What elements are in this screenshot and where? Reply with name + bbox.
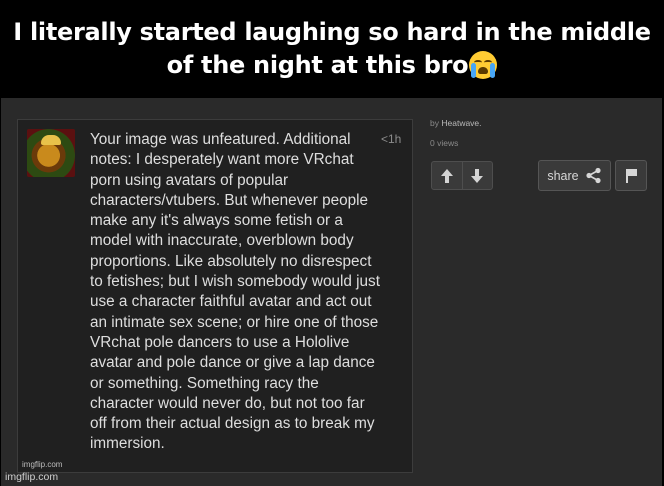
arrow-down-icon: [471, 168, 484, 183]
post-author: by Heatwave.: [430, 118, 482, 128]
share-button[interactable]: share: [538, 160, 611, 191]
inner-watermark: imgflip.com: [22, 460, 63, 469]
flag-button[interactable]: [615, 160, 647, 191]
share-icon: [586, 167, 601, 184]
notification-panel: Your image was unfeatured. Additional no…: [17, 119, 413, 473]
notification-time: <1h: [381, 132, 402, 146]
share-label: share: [547, 168, 579, 183]
meme-caption: I literally started laughing so hard in …: [0, 0, 664, 98]
arrow-up-icon: [440, 168, 453, 183]
vote-buttons: [431, 161, 493, 190]
loudly-crying-face-icon: [469, 51, 498, 79]
author-link[interactable]: Heatwave.: [441, 118, 481, 128]
by-prefix: by: [430, 118, 439, 128]
imgflip-screenshot: Your image was unfeatured. Additional no…: [1, 98, 662, 486]
upvote-button[interactable]: [432, 162, 462, 189]
bowser-avatar[interactable]: [27, 129, 75, 177]
view-count: 0 views: [430, 138, 459, 148]
outer-watermark: imgflip.com: [5, 471, 59, 483]
caption-text: I literally started laughing so hard in …: [13, 18, 651, 79]
caption-text-block: I literally started laughing so hard in …: [0, 16, 664, 82]
notification-text: Your image was unfeatured. Additional no…: [90, 131, 380, 453]
flag-icon: [625, 169, 637, 183]
downvote-button[interactable]: [461, 162, 493, 189]
